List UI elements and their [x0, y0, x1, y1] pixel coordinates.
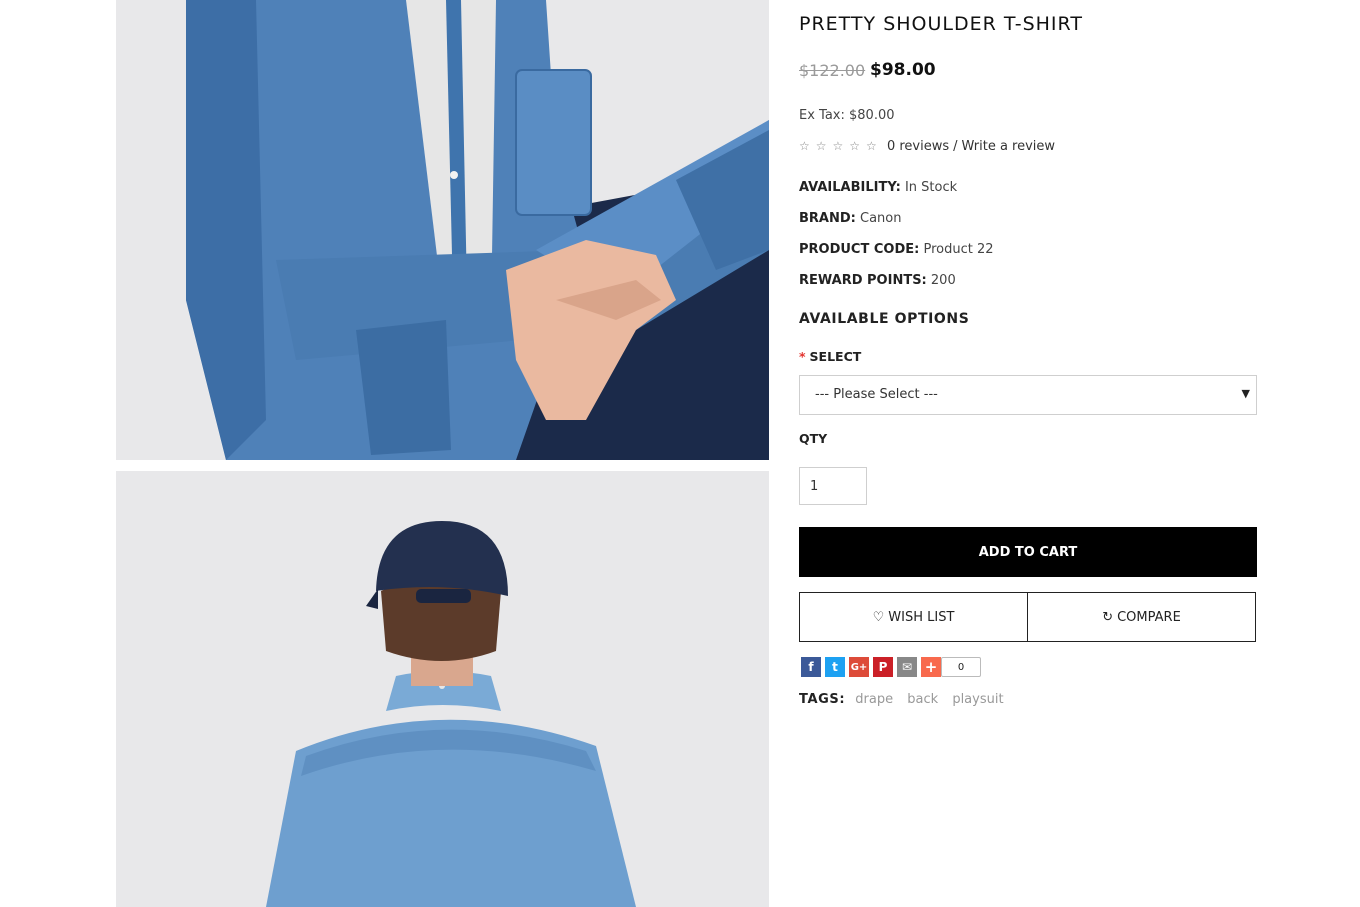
google-plus-icon[interactable]: G+: [849, 657, 869, 677]
facebook-icon[interactable]: f: [801, 657, 821, 677]
pinterest-icon[interactable]: P: [873, 657, 893, 677]
email-icon[interactable]: ✉: [897, 657, 917, 677]
product-image-front[interactable]: [116, 0, 769, 460]
spec-value: Product 22: [923, 242, 994, 257]
reviews-link[interactable]: 0 reviews: [887, 139, 949, 154]
wish-list-label: WISH LIST: [888, 609, 955, 625]
heart-icon: ♡: [872, 609, 885, 625]
tag-link[interactable]: playsuit: [952, 692, 1003, 707]
spec-value: 200: [930, 273, 956, 288]
spec-label: REWARD POINTS:: [799, 273, 927, 288]
spec-label: PRODUCT CODE:: [799, 242, 920, 257]
old-price: $122.00: [799, 61, 866, 80]
wish-list-button[interactable]: ♡ WISH LIST: [800, 593, 1027, 641]
twitter-icon[interactable]: t: [825, 657, 845, 677]
spec-label: AVAILABILITY:: [799, 180, 901, 195]
add-to-cart-button[interactable]: ADD TO CART: [799, 527, 1257, 577]
spec-value: In Stock: [904, 180, 958, 195]
spec-reward-points: REWARD POINTS: 200: [799, 273, 956, 288]
available-options-heading: AVAILABLE OPTIONS: [799, 311, 970, 327]
option-select[interactable]: --- Please Select --- ▼: [799, 375, 1257, 415]
quantity-value: 1: [810, 479, 819, 494]
spec-brand: BRAND: Canon: [799, 211, 901, 226]
write-review-link[interactable]: Write a review: [962, 139, 1056, 154]
spec-availability: AVAILABILITY: In Stock: [799, 180, 957, 195]
chevron-down-icon: ▼: [1241, 387, 1250, 400]
rating-separator: /: [953, 139, 958, 154]
ex-tax-price: Ex Tax: $80.00: [799, 108, 895, 123]
quantity-input[interactable]: 1: [799, 467, 867, 505]
rating-row: ☆☆☆☆☆ 0 reviews / Write a review: [799, 139, 1055, 154]
select-label: * SELECT: [799, 349, 861, 364]
tag-link[interactable]: back: [907, 692, 938, 707]
brand-link[interactable]: Canon: [860, 211, 901, 226]
tag-link[interactable]: drape: [855, 692, 893, 707]
product-image-back[interactable]: [116, 471, 769, 907]
refresh-icon: ↻: [1102, 609, 1114, 625]
addthis-icon[interactable]: +: [921, 657, 941, 677]
star-rating-icon: ☆☆☆☆☆: [799, 139, 883, 153]
qty-label: QTY: [799, 431, 828, 446]
spec-label: BRAND:: [799, 211, 856, 226]
compare-button[interactable]: ↻ COMPARE: [1027, 593, 1255, 641]
compare-label: COMPARE: [1117, 609, 1181, 625]
product-title: PRETTY SHOULDER T-SHIRT: [799, 13, 1083, 35]
share-count: 0: [941, 657, 981, 677]
tags-row: TAGS: drape back playsuit: [799, 692, 1014, 707]
select-label-text: SELECT: [809, 349, 862, 364]
current-price: $98.00: [870, 60, 936, 80]
secondary-actions: ♡ WISH LIST ↻ COMPARE: [799, 592, 1256, 642]
option-select-value: --- Please Select ---: [815, 387, 938, 402]
tags-label: TAGS:: [799, 692, 846, 707]
share-bar: f t G+ P ✉ + 0: [801, 657, 981, 677]
required-mark: *: [799, 349, 806, 364]
spec-product-code: PRODUCT CODE: Product 22: [799, 242, 994, 257]
